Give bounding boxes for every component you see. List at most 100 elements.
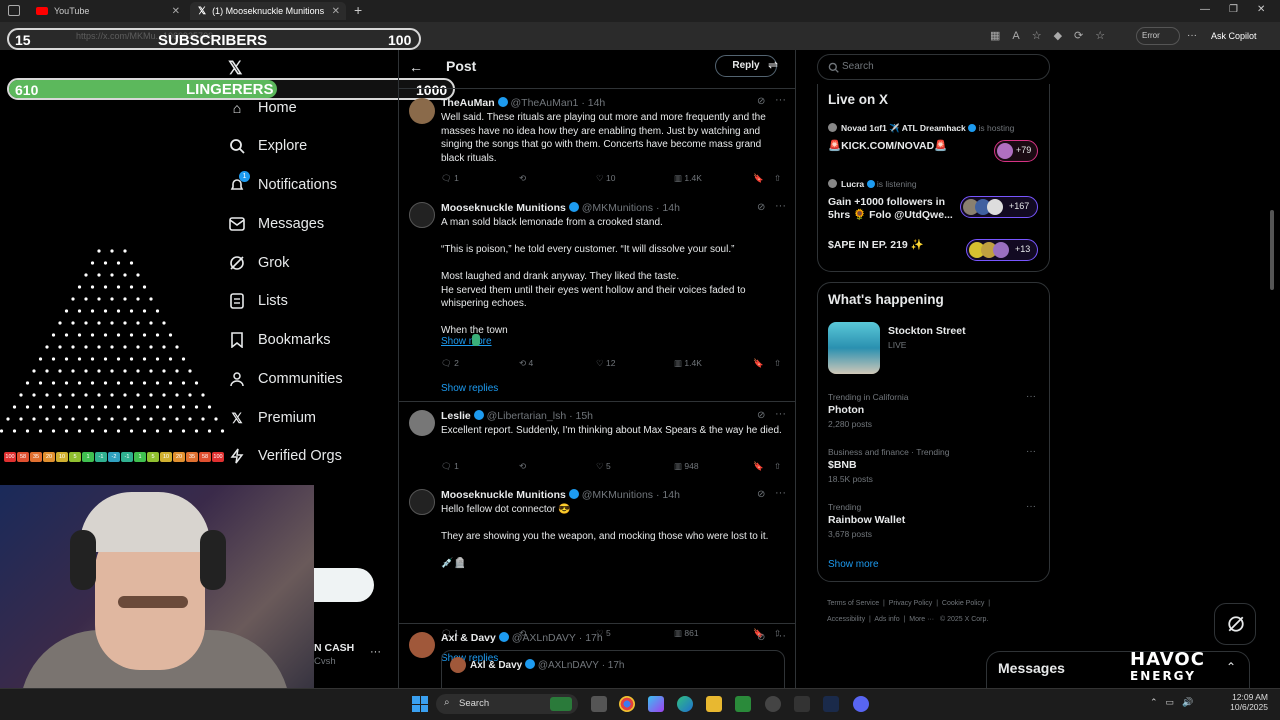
nav-communities[interactable]: Communities (228, 366, 343, 392)
more-menu-icon[interactable]: ··· (1187, 30, 1197, 41)
minimize-icon[interactable]: — (1200, 4, 1210, 15)
filter-settings-icon[interactable]: ⇌ (768, 58, 778, 72)
more-options-icon[interactable]: ··· (1026, 391, 1036, 402)
nav-messages[interactable]: Messages (228, 211, 324, 237)
author-handle[interactable]: @AXLnDAVY (512, 632, 576, 644)
share-icon[interactable]: ⇧ (774, 358, 781, 369)
ask-copilot-button[interactable]: Ask Copilot (1211, 31, 1257, 41)
author-name[interactable]: Mooseknuckle Munitions (441, 489, 566, 501)
author-handle[interactable]: @Libertarian_lsh (487, 410, 567, 422)
grok-post-icon[interactable]: ⊘ (757, 96, 765, 107)
reply-icon[interactable]: 🗨 2 (441, 358, 459, 369)
tab-youtube[interactable]: YouTube ✕ (28, 2, 186, 20)
avatar[interactable] (409, 410, 435, 436)
views-icon[interactable]: ▥ 948 (674, 461, 699, 472)
like-icon[interactable]: ♡ 5 (596, 461, 611, 472)
author-name[interactable]: Mooseknuckle Munitions (441, 202, 566, 214)
footer-link[interactable]: Ads info (874, 616, 899, 623)
live-title-text[interactable]: Gain +1000 followers in 5hrs 🌻 Folo @Utd… (828, 196, 953, 222)
copilot-icon[interactable] (648, 696, 664, 712)
grok-post-icon[interactable]: ⊘ (757, 632, 765, 643)
more-options-icon[interactable]: ··· (775, 200, 786, 212)
live-listeners[interactable]: +79 (994, 140, 1038, 162)
like-icon[interactable]: ♡ 12 (596, 358, 615, 369)
chrome-icon[interactable] (619, 696, 635, 712)
close-tab-icon[interactable]: ✕ (172, 6, 180, 17)
nav-bookmarks[interactable]: Bookmarks (228, 327, 331, 353)
post-time[interactable]: · 17h (579, 632, 603, 644)
taskbar-search[interactable]: ⌕ Search (436, 694, 578, 714)
steam-icon[interactable] (823, 696, 839, 712)
grok-post-icon[interactable]: ⊘ (757, 202, 765, 213)
search-input[interactable]: Search (817, 54, 1050, 80)
more-options-icon[interactable]: ··· (1026, 501, 1036, 512)
post-time[interactable]: · 15h (569, 410, 593, 422)
nav-verified-orgs[interactable]: Verified Orgs (228, 443, 342, 469)
featured-thumbnail[interactable] (828, 322, 880, 374)
nav-premium[interactable]: 𝕏 Premium (228, 405, 316, 431)
trend-name[interactable]: Photon (828, 404, 864, 416)
avatar[interactable] (409, 632, 435, 658)
more-options-icon[interactable]: ··· (1026, 446, 1036, 457)
avatar[interactable] (409, 489, 435, 515)
share-icon[interactable]: ⇧ (774, 173, 781, 184)
new-tab-button[interactable]: + (354, 2, 362, 18)
back-arrow-icon[interactable]: ← (409, 59, 423, 75)
start-button[interactable] (412, 696, 428, 712)
more-options-icon[interactable]: ··· (775, 94, 786, 106)
browser-toolbar-icons[interactable]: ▦A☆◆⟳☆ (990, 29, 1117, 42)
author-handle[interactable]: @TheAuMan1 (511, 97, 579, 109)
restore-icon[interactable]: ❐ (1229, 4, 1238, 15)
trend-name[interactable]: $BNB (828, 459, 857, 471)
grok-float-button[interactable] (1214, 603, 1256, 645)
author-name[interactable]: Axl & Davy (441, 632, 496, 644)
live-listeners[interactable]: +167 (960, 196, 1038, 218)
edge-icon[interactable] (677, 696, 693, 712)
featured-title[interactable]: Stockton Street (888, 325, 966, 337)
discord-icon[interactable] (853, 696, 869, 712)
show-replies-link[interactable]: Show replies (441, 383, 498, 394)
show-more-link[interactable]: Show more (441, 336, 492, 347)
profile-error-button[interactable]: Error (1136, 27, 1180, 45)
tab-actions-icon[interactable] (8, 5, 20, 16)
x-logo-icon[interactable]: 𝕏 (228, 58, 243, 79)
file-explorer-icon[interactable] (706, 696, 722, 712)
post-button[interactable] (314, 568, 374, 602)
footer-link[interactable]: Terms of Service (827, 600, 879, 607)
views-icon[interactable]: ▥ 1.4K (674, 358, 702, 369)
grok-post-icon[interactable]: ⊘ (757, 410, 765, 421)
more-options-icon[interactable]: ··· (775, 487, 786, 499)
scrollbar-thumb[interactable] (1270, 210, 1274, 290)
footer-link[interactable]: Accessibility (827, 616, 865, 623)
repost-icon[interactable]: ⟲ 4 (519, 358, 533, 369)
share-icon[interactable]: ⇧ (774, 461, 781, 472)
show-more-link[interactable]: Show more (828, 559, 879, 570)
like-icon[interactable]: ♡ 10 (596, 173, 615, 184)
live-listeners[interactable]: +13 (966, 239, 1038, 261)
excel-like-icon[interactable] (735, 696, 751, 712)
views-icon[interactable]: ▥ 1.4K (674, 173, 702, 184)
nav-home[interactable]: ⌂ Home (228, 95, 297, 121)
repost-icon[interactable]: ⟲ (519, 173, 526, 184)
footer-link[interactable]: Privacy Policy (889, 600, 933, 607)
avatar[interactable] (409, 98, 435, 124)
close-window-icon[interactable]: ✕ (1257, 4, 1265, 15)
obs-icon[interactable] (765, 696, 781, 712)
live-title-text[interactable]: 🚨KICK.COM/NOVAD🚨 (828, 139, 988, 152)
nav-grok[interactable]: Grok (228, 250, 289, 276)
author-handle[interactable]: @MKMunitions (582, 202, 653, 214)
views-icon[interactable]: ▥ 861 (674, 628, 699, 639)
post-time[interactable]: · 14h (581, 97, 605, 109)
taskbar-clock[interactable]: 12:09 AM 10/6/2025 (1226, 692, 1268, 712)
post-time[interactable]: · 14h (656, 489, 680, 501)
author-name[interactable]: TheAuMan (441, 97, 495, 109)
close-tab-icon[interactable]: ✕ (332, 6, 340, 17)
repost-icon[interactable]: ⟲ (519, 461, 526, 472)
expand-icon[interactable]: ⌃ (1226, 660, 1236, 674)
system-tray-icons[interactable]: ⌃▭🔊 (1150, 697, 1201, 708)
quoted-post[interactable]: Axl & Davy @AXLnDAVY · 17h (441, 650, 785, 688)
grok-post-icon[interactable]: ⊘ (757, 489, 765, 500)
bookmark-icon[interactable]: 🔖 (753, 461, 764, 472)
bookmark-icon[interactable]: 🔖 (753, 173, 764, 184)
footer-link[interactable]: More ··· (909, 616, 934, 623)
